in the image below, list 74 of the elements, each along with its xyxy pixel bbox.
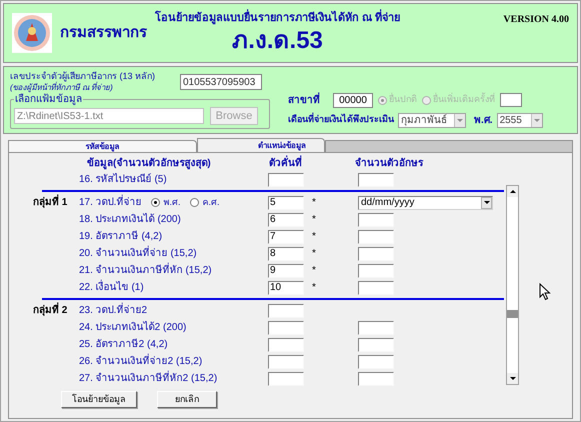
scrollbar[interactable] — [506, 185, 519, 385]
length-field[interactable] — [358, 320, 394, 334]
length-field[interactable] — [358, 246, 394, 260]
required-asterisk: * — [312, 231, 316, 242]
position-field[interactable] — [268, 172, 304, 186]
action-button[interactable]: โอนย้ายข้อมูล — [61, 391, 137, 408]
emblem-icon — [12, 13, 52, 53]
taxpayer-id-note: (ของผู้มีหน้าที่หักภาษี ณ ที่จ่าย) — [10, 82, 114, 94]
length-field[interactable] — [358, 212, 394, 226]
length-field[interactable] — [358, 172, 394, 186]
scroll-thumb[interactable] — [507, 310, 518, 318]
version-label: VERSION 4.00 — [503, 13, 569, 27]
position-field[interactable] — [268, 338, 304, 352]
position-field[interactable]: 6 — [268, 212, 304, 226]
taxpayer-id-label: เลขประจำตัวผู้เสียภาษีอากร (13 หลัก) — [10, 70, 156, 82]
file-path-field[interactable]: Z:\Rdinet\IS53-1.txt — [14, 108, 204, 124]
mouse-pointer-icon — [539, 283, 551, 301]
field-label: 25. อัตราภาษี2 (4,2) — [79, 338, 168, 352]
tab[interactable]: รหัสข้อมูล — [8, 140, 197, 152]
column-header: ตัวคั่นที่ — [269, 156, 303, 170]
field-label: 27. จำนวนเงินภาษีที่หัก2 (15,2) — [79, 371, 218, 386]
field-label: 18. ประเภทเงินได้ (200) — [79, 212, 181, 227]
position-field[interactable]: 7 — [268, 230, 304, 244]
date-format-dropdown[interactable]: dd/mm/yyyy — [358, 196, 493, 210]
required-asterisk: * — [312, 265, 316, 276]
file-group-legend: เลือกแฟ้มข้อมูล — [14, 92, 83, 107]
field-label: 21. จำนวนเงินภาษีที่หัก (15,2) — [79, 263, 212, 278]
era-radio[interactable]: พ.ศ. — [151, 196, 180, 210]
length-field[interactable] — [358, 372, 394, 386]
field-label: 17. วดป.ที่จ่าย — [79, 195, 142, 210]
field-label: 16. รหัสไปรษณีย์ (5) — [79, 172, 167, 187]
required-asterisk: * — [312, 282, 316, 293]
window-title: โอนย้ายข้อมูลแบบยื่นรายการภาษีเงินได้หัก ณ ที่จ่าย — [155, 10, 400, 26]
position-field[interactable]: 10 — [268, 280, 304, 294]
field-label: 23. วดป.ที่จ่าย2 — [79, 303, 148, 318]
field-label: 24. ประเภทเงินได้2 (200) — [79, 320, 186, 335]
scroll-up-icon[interactable] — [507, 186, 518, 197]
position-field[interactable] — [268, 320, 304, 334]
position-field[interactable] — [268, 304, 304, 318]
column-header: ข้อมูล(จำนวนตัวอักษรสูงสุด) — [87, 156, 212, 170]
position-field[interactable]: 9 — [268, 264, 304, 278]
revision-number-field[interactable] — [500, 93, 522, 107]
month-dropdown[interactable]: กุมภาพันธ์ — [398, 112, 466, 128]
group-label: กลุ่มที่ 2 — [33, 305, 68, 316]
field-label: 19. อัตราภาษี (4,2) — [79, 230, 162, 244]
position-field[interactable] — [268, 354, 304, 368]
position-field[interactable]: 5 — [268, 196, 304, 210]
year-dropdown[interactable]: 2555 — [496, 112, 543, 128]
length-field[interactable] — [358, 280, 394, 294]
field-label: 22. เงื่อนไข (1) — [79, 280, 144, 295]
column-header: จำนวนตัวอักษร — [355, 156, 423, 170]
branch-label: สาขาที่ — [288, 92, 321, 108]
branch-field[interactable]: 00000 — [333, 92, 373, 108]
length-field[interactable] — [358, 264, 394, 278]
required-asterisk: * — [312, 214, 316, 225]
position-field[interactable]: 8 — [268, 246, 304, 260]
taxpayer-id-field[interactable]: 0105537095903 — [180, 74, 262, 90]
action-button[interactable]: ยกเลิก — [157, 391, 217, 408]
era-radio[interactable]: ค.ศ. — [190, 196, 220, 210]
required-asterisk: * — [312, 248, 316, 259]
year-label: พ.ศ. — [474, 114, 493, 128]
required-asterisk: * — [312, 197, 316, 208]
organization-name: กรมสรรพากร — [60, 22, 147, 43]
position-field[interactable] — [268, 372, 304, 386]
month-label: เดือนที่จ่ายเงินได้พึงประเมิน — [288, 113, 394, 126]
tab[interactable]: ตำแหน่งข้อมูล — [197, 138, 325, 152]
length-field[interactable] — [358, 338, 394, 352]
group-label: กลุ่มที่ 1 — [33, 197, 68, 208]
field-label: 26. จำนวนเงินที่จ่าย2 (15,2) — [79, 354, 202, 369]
form-code: ภ.ง.ด.53 — [232, 26, 323, 56]
length-field[interactable] — [358, 230, 394, 244]
field-label: 20. จำนวนเงินที่จ่าย (15,2) — [79, 246, 197, 261]
scroll-down-icon[interactable] — [507, 373, 518, 384]
length-field[interactable] — [358, 354, 394, 368]
